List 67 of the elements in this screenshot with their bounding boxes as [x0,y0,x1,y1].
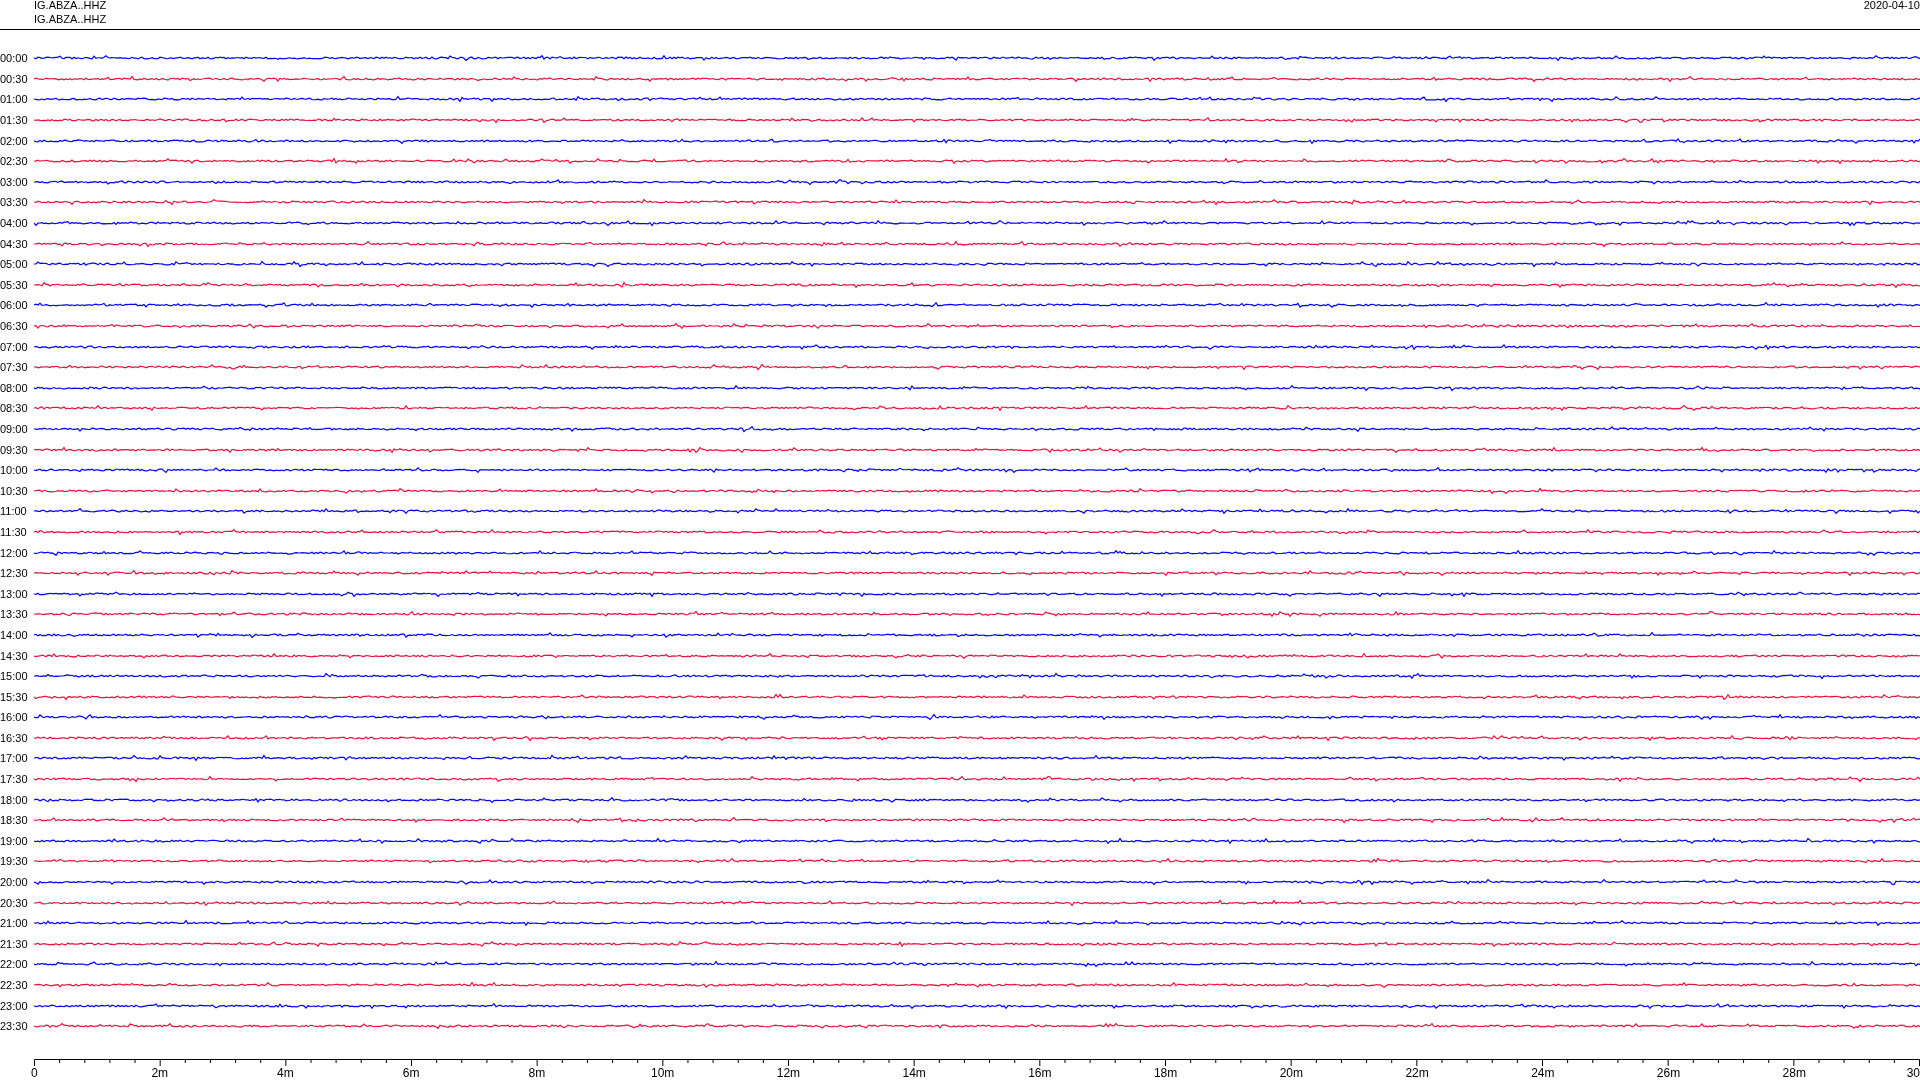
time-label: 06:30 [0,320,29,332]
time-label: 16:30 [0,731,29,744]
time-label: 15:30 [0,690,29,703]
time-label: 03:30 [0,196,29,209]
time-label: 05:30 [0,278,29,291]
time-label: 14:00 [0,628,29,641]
tick-label: 26m [1656,1066,1681,1080]
tick-label: 12m [776,1066,801,1080]
time-label: 12:30 [0,567,29,580]
time-label: 17:00 [0,752,29,765]
time-label: 05:00 [0,258,29,271]
time-label: 12:00 [0,546,29,559]
time-label: 01:00 [0,93,29,106]
time-label: 07:30 [0,361,29,374]
tick-label: 14m [902,1066,926,1080]
time-label: 08:30 [0,402,29,415]
tick-label: 2m [151,1066,169,1080]
time-label: 23:30 [0,1020,29,1033]
time-label: 11:00 [0,505,28,518]
time-label: 19:00 [0,834,29,847]
tick-label: 24m [1531,1066,1555,1080]
tick-label: 16m [1028,1066,1052,1080]
time-label: 04:30 [0,237,29,250]
time-label: 20:30 [0,896,29,909]
tick-label: 30 [1906,1066,1920,1080]
time-label: 22:30 [0,979,29,991]
trace-title: IG.ABZA..HHZ [34,12,107,26]
tick-label: 10m [651,1066,675,1080]
time-label: 22:00 [0,958,29,971]
time-label: 08:00 [0,381,29,394]
time-label: 21:30 [0,937,29,950]
tick-label: 8m [528,1066,546,1080]
tick-label: 22m [1405,1066,1429,1080]
time-label: 01:30 [0,114,29,127]
time-label: 02:00 [0,134,29,147]
time-label: 15:00 [0,670,29,683]
time-label: 09:00 [0,423,29,435]
tick-label: 4m [277,1066,294,1080]
time-label: 13:30 [0,608,29,621]
time-label: 19:30 [0,855,29,868]
time-label: 00:30 [0,72,29,85]
tick-label: 18m [1153,1066,1178,1080]
time-label: 10:00 [0,464,29,477]
trace-title: IG.ABZA..HHZ [34,0,107,12]
date-label: 2020-04-10 [1863,0,1920,12]
time-label: 23:00 [0,999,29,1012]
tick-label: 28m [1782,1066,1806,1080]
time-label: 17:30 [0,773,29,786]
time-label: 21:00 [0,917,29,930]
time-label: 18:30 [0,814,29,827]
tick-label: 0 [31,1066,38,1080]
time-label: 00:00 [0,52,29,65]
time-label: 09:30 [0,443,29,456]
time-label: 10:30 [0,484,29,497]
time-label: 13:00 [0,587,29,600]
time-label: 02:30 [0,155,29,168]
time-label: 14:30 [0,649,29,662]
time-label: 06:00 [0,299,29,312]
time-label: 07:00 [0,340,29,353]
time-label: 18:00 [0,793,29,806]
tick-label: 20m [1279,1066,1303,1080]
time-label: 04:00 [0,217,29,230]
time-label: 03:00 [0,175,29,188]
time-label: 20:00 [0,876,29,889]
tick-label: 6m [402,1066,420,1080]
time-label: 16:00 [0,711,29,724]
time-label: 11:30 [0,525,28,538]
